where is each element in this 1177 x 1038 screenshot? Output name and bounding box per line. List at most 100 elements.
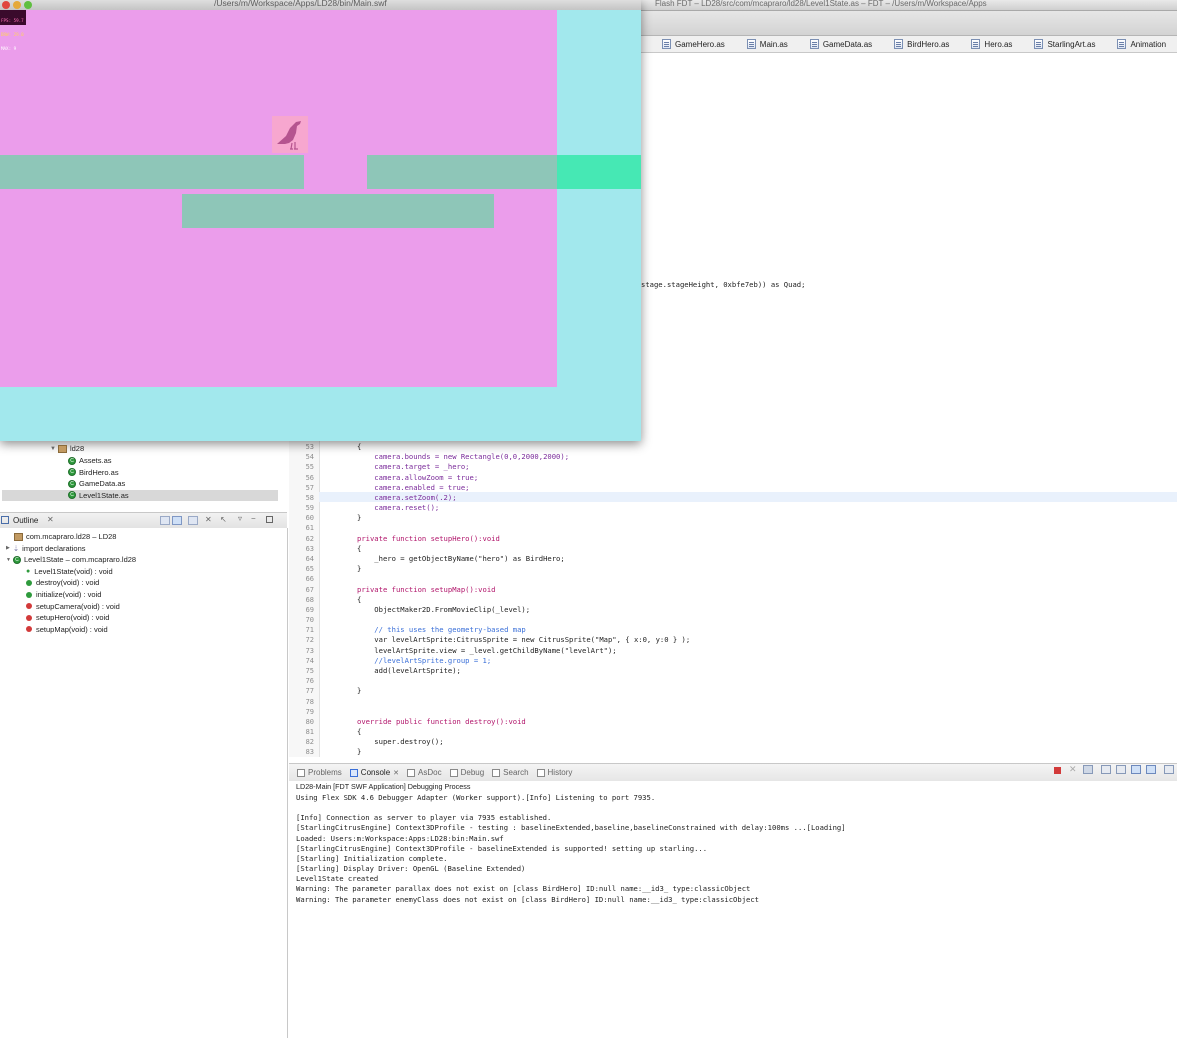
console-line: [Info] Connection as server to player vi… xyxy=(296,813,552,823)
editor-tab[interactable]: Hero.as xyxy=(971,39,1012,49)
as-file-icon xyxy=(1117,39,1127,49)
line-number: 80 xyxy=(305,717,314,726)
code-line: camera.bounds = new Rectangle(0,0,2000,2… xyxy=(357,452,570,462)
pin-console-icon[interactable] xyxy=(1131,765,1141,774)
tree-file[interactable]: C GameData.as xyxy=(68,479,125,488)
console-tab-icon xyxy=(449,768,458,777)
flash-window-title: /Users/m/Workspace/Apps/LD28/bin/Main.sw… xyxy=(214,0,387,8)
console-tab-label: AsDoc xyxy=(418,768,442,777)
outline-item[interactable]: setupMap(void) : void xyxy=(26,625,108,634)
editor-tab-label: GameData.as xyxy=(822,39,873,49)
chevron-down-icon[interactable]: ▼ xyxy=(6,557,11,563)
close-icon[interactable]: ✕ xyxy=(47,515,54,524)
outline-item[interactable]: com.mcapraro.ld28 – LD28 xyxy=(14,532,116,541)
code-line: private function setupMap():void xyxy=(357,584,496,594)
console-tab-label: Search xyxy=(503,768,529,777)
editor-tab[interactable]: StarlingArt.as xyxy=(1034,39,1095,49)
close-window-icon[interactable] xyxy=(2,1,10,9)
outline-item-label: Level1State – com.mcapraro.ld28 xyxy=(23,555,137,565)
console-tab[interactable]: Debug xyxy=(449,768,484,777)
code-line: super.destroy(); xyxy=(357,737,444,747)
scroll-lock-icon[interactable] xyxy=(1116,765,1126,774)
maximize-icon[interactable] xyxy=(266,516,273,523)
method-icon xyxy=(26,591,32,598)
platform-right-edge xyxy=(557,155,641,189)
flash-player-window[interactable]: /Users/m/Workspace/Apps/LD28/bin/Main.sw… xyxy=(0,0,641,441)
outline-item[interactable]: destroy(void) : void xyxy=(26,578,99,587)
editor-tab-label: Main.as xyxy=(759,39,788,49)
outline-item[interactable]: ● Level1State(void) : void xyxy=(26,567,113,576)
minimize-window-icon[interactable] xyxy=(13,1,21,9)
outline-item-label: initialize(void) : void xyxy=(36,590,102,599)
console-tab[interactable]: Console ✕ xyxy=(349,768,399,777)
code-line: { xyxy=(357,543,362,553)
code-line: } xyxy=(357,513,362,523)
console-tab[interactable]: Problems xyxy=(297,768,342,777)
filter-alt-icon[interactable]: ↖ xyxy=(220,515,227,524)
line-number: 83 xyxy=(305,748,314,757)
class-file-icon: C xyxy=(68,468,76,476)
console-tab-icon xyxy=(407,768,416,777)
console-tab-bar: Problems Console ✕ AsDoc Debug Search History xyxy=(289,763,1177,782)
tree-file[interactable]: C BirdHero.as xyxy=(68,468,119,477)
tree-selection xyxy=(2,489,278,501)
console-tab[interactable]: AsDoc xyxy=(407,768,442,777)
editor-tab[interactable]: Main.as xyxy=(746,39,788,49)
clear-console-icon[interactable] xyxy=(1101,765,1111,774)
remove-all-icon[interactable] xyxy=(1083,765,1093,774)
line-number: 63 xyxy=(305,544,314,553)
chevron-right-icon[interactable]: ▶ xyxy=(6,545,10,551)
code-line: { xyxy=(357,594,362,604)
outline-item[interactable]: setupHero(void) : void xyxy=(26,613,109,622)
tree-file[interactable]: C Level1State.as xyxy=(68,491,129,500)
outline-item-label: import declarations xyxy=(22,543,86,553)
console-tab[interactable]: History xyxy=(536,768,573,777)
outline-item-label: setupMap(void) : void xyxy=(36,624,108,634)
close-icon[interactable]: ✕ xyxy=(393,769,399,777)
open-console-icon[interactable] xyxy=(1164,765,1174,774)
view-menu-icon[interactable]: ▿ xyxy=(238,514,242,523)
as-file-icon xyxy=(662,39,671,49)
outline-item[interactable]: initialize(void) : void xyxy=(26,590,101,599)
editor-tab[interactable]: GameHero.as xyxy=(662,39,725,49)
console-tab-label: History xyxy=(547,768,573,777)
line-number: 66 xyxy=(305,575,314,584)
outline-item[interactable]: ▼ C Level1State – com.mcapraro.ld28 xyxy=(6,555,136,564)
console-tab[interactable]: Search xyxy=(492,768,529,777)
hide-static-icon[interactable] xyxy=(188,516,198,525)
line-number: 78 xyxy=(305,697,314,706)
terminate-icon[interactable] xyxy=(1054,767,1061,774)
sort-icon[interactable] xyxy=(160,516,170,525)
console-tab-icon xyxy=(536,768,545,777)
console-tab-icon xyxy=(349,768,358,777)
line-number: 54 xyxy=(305,453,314,462)
hero-bird xyxy=(272,116,308,153)
console-line: Loaded: Users:m:Workspace:Apps:LD28:bin:… xyxy=(296,833,504,843)
chevron-down-icon[interactable]: ▼ xyxy=(50,446,56,452)
editor-tab[interactable]: BirdHero.as xyxy=(894,39,949,49)
remove-launch-icon[interactable]: ✕ xyxy=(1069,764,1077,775)
code-line: camera.setZoom(.2); xyxy=(357,492,457,502)
editor-tab[interactable]: Animation xyxy=(1117,39,1166,49)
filter-icon[interactable]: ✕ xyxy=(205,515,212,524)
editor-tab-label: BirdHero.as xyxy=(907,39,950,49)
editor-tab[interactable]: GameData.as xyxy=(809,39,873,49)
tree-package[interactable]: ▼ ld28 xyxy=(50,444,84,453)
minimize-icon[interactable]: − xyxy=(251,514,256,523)
tree-file[interactable]: C Assets.as xyxy=(68,456,112,465)
line-number: 79 xyxy=(305,707,314,716)
outline-item[interactable]: setupCamera(void) : void xyxy=(26,602,120,611)
console-line: Level1State created xyxy=(296,874,379,884)
hide-fields-icon[interactable] xyxy=(172,516,182,525)
display-console-icon[interactable] xyxy=(1146,765,1156,774)
stats-fps: FPS: 59.7 xyxy=(1,18,24,24)
code-line: { xyxy=(357,727,362,737)
code-line: private function setupHero():void xyxy=(357,533,500,543)
code-line: levelArtSprite.view = _level.getChildByN… xyxy=(357,645,617,655)
code-line: { xyxy=(357,442,362,451)
line-number: 64 xyxy=(305,554,314,563)
method-icon xyxy=(26,626,32,633)
outline-item[interactable]: ▶ ⇣ import declarations xyxy=(6,544,86,553)
zoom-window-icon[interactable] xyxy=(24,1,32,9)
method-icon xyxy=(26,579,32,586)
